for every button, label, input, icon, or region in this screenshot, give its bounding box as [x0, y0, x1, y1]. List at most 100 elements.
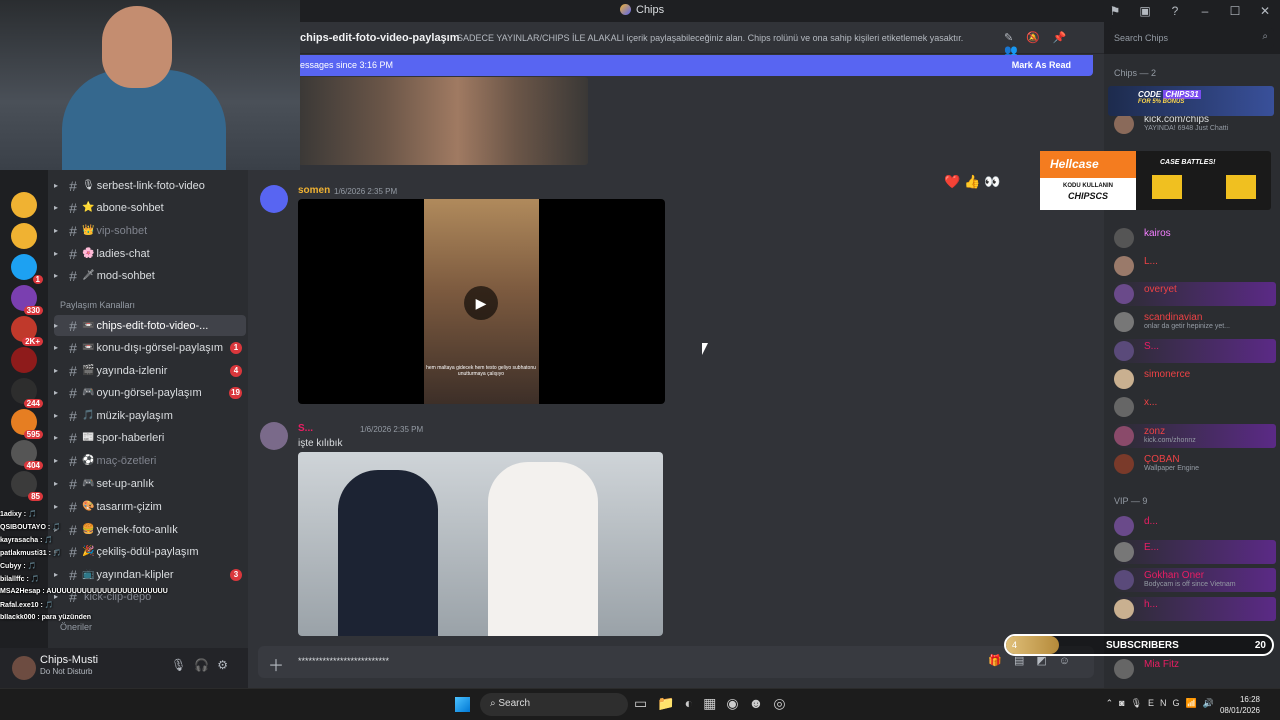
message-composer[interactable]: ＋ ************************** 🎁▤◩☺ [258, 646, 1094, 678]
message-reactions[interactable]: ❤️👍👀 [944, 174, 1005, 190]
channel-item[interactable]: ▸ # 🎙 serbest-link-foto-video [54, 175, 246, 196]
minimize-button[interactable]: – [1190, 0, 1220, 22]
member-item[interactable]: simonerce [1114, 367, 1276, 391]
channel-emoji: 🎙 [82, 180, 95, 191]
wifi-icon[interactable]: 📶 [1186, 698, 1203, 708]
reaction[interactable]: ❤️ [944, 174, 964, 189]
channel-item[interactable]: ▸ # 🎮 oyun-görsel-paylaşım 19 [54, 382, 246, 403]
server-icon[interactable]: 595 [11, 409, 43, 439]
composer-input[interactable]: ************************** [298, 656, 389, 666]
member-item[interactable]: Mia Fitz [1114, 657, 1276, 681]
server-icon[interactable] [11, 347, 37, 373]
chat-line: MSA2Hesap : AUUUUUUUUUUUUUUUUUUUUUUU [0, 588, 168, 595]
member-item[interactable]: overyet [1114, 282, 1276, 306]
discord-icon[interactable]: ☻ [749, 695, 774, 711]
attachment-image[interactable] [298, 452, 663, 636]
member-item[interactable]: S... [1114, 339, 1276, 363]
chat-line: bllackk000 : para yüzünden [0, 614, 92, 621]
reaction[interactable]: 👀 [984, 174, 1004, 189]
channel-item[interactable]: ▸ # 👑 vip-sohbet [54, 220, 246, 241]
channel-item[interactable]: ▸ # 📼 konu-dışı-görsel-paylaşım 1 [54, 337, 246, 358]
member-item[interactable]: kairos [1114, 226, 1276, 250]
taskbar-search[interactable]: ⌕ Search [480, 693, 628, 716]
channel-topic[interactable]: SADECE YAYINLAR/CHIPS İLE ALAKALI içerik… [457, 33, 963, 43]
search-input[interactable]: Search Chips ⌕ [1108, 28, 1274, 48]
gift-icon[interactable]: 🎁 [988, 655, 1014, 667]
server-icon[interactable] [11, 223, 37, 249]
task-view-icon[interactable]: ▭ [634, 695, 657, 711]
mic-icon[interactable]: 🎙 [1131, 698, 1148, 708]
tray-app-icon[interactable]: ◙ [1119, 698, 1130, 708]
threads-icon[interactable]: ✎ [1004, 32, 1026, 44]
server-icon[interactable]: 404 [11, 440, 43, 470]
server-badge: 2K+ [22, 337, 43, 346]
headphones-icon[interactable]: 🎧 [194, 658, 217, 672]
pin-icon[interactable]: 📌 [1053, 32, 1080, 44]
settings-icon[interactable]: ⚙ [217, 658, 236, 672]
code-label: CODE [1138, 90, 1162, 99]
app-icon[interactable]: ◎ [773, 695, 795, 711]
server-icon[interactable] [11, 192, 37, 218]
reaction[interactable]: 👍 [964, 174, 984, 189]
member-name: S... [1144, 341, 1160, 352]
gif-icon[interactable]: ▤ [1014, 655, 1036, 667]
volume-icon[interactable]: 🔊 [1203, 698, 1220, 708]
inbox-icon[interactable]: ⚑ [1100, 0, 1130, 22]
channel-item[interactable]: ▸ # 📰 spor-haberleri [54, 427, 246, 448]
screen-icon[interactable]: ▣ [1130, 0, 1160, 22]
channel-item[interactable]: ▸ # 🎬 yayında-izlenir 4 [54, 360, 246, 381]
start-icon[interactable] [455, 697, 470, 712]
edge-icon[interactable]: ◐ [685, 695, 703, 711]
clock[interactable]: 16:28 08/01/2026 [1220, 694, 1260, 716]
chevron-right-icon: ▸ [54, 433, 59, 442]
mark-as-read-button[interactable]: Mark As Read [1012, 60, 1071, 70]
member-item[interactable]: E... [1114, 540, 1276, 564]
play-icon[interactable]: ▶ [464, 286, 498, 320]
member-item[interactable]: zonz kick.com/zhonnz [1114, 424, 1276, 448]
avatar[interactable] [260, 185, 288, 213]
new-messages-bar[interactable]: essages since 3:16 PM Mark As Read [296, 55, 1093, 76]
channel-item[interactable]: ▸ # ⭐ abone-sohbet [54, 197, 246, 218]
channel-item[interactable]: ▸ # ⚽ maç-özetleri [54, 450, 246, 471]
message-author[interactable]: somen [298, 185, 330, 196]
server-icon[interactable]: 85 [11, 471, 43, 501]
avatar[interactable] [260, 422, 288, 450]
chevron-right-icon: ▸ [54, 343, 59, 352]
member-name: zonz [1144, 426, 1166, 437]
help-icon[interactable]: ? [1160, 0, 1190, 22]
message-author[interactable]: S... [298, 423, 313, 434]
attachment-image[interactable] [298, 77, 588, 165]
server-icon[interactable]: 330 [11, 285, 43, 315]
server-icon[interactable]: 1 [11, 254, 43, 284]
sticker-icon[interactable]: ◩ [1036, 655, 1058, 667]
mic-icon[interactable]: 🎙 [171, 658, 194, 672]
notifications-icon[interactable]: 🔕 [1026, 32, 1053, 44]
channel-item[interactable]: ▸ # 🗡 mod-sohbet [54, 265, 246, 286]
chrome-icon[interactable]: ◉ [726, 695, 748, 711]
member-item[interactable]: ÇOBAN Wallpaper Engine [1114, 452, 1276, 476]
server-icon[interactable]: 244 [11, 378, 43, 408]
close-button[interactable]: ✕ [1250, 0, 1280, 22]
member-item[interactable]: Gokhan Oner Bodycam is off since Vietnam [1114, 568, 1276, 592]
channel-item[interactable]: ▸ # 📼 chips-edit-foto-video-... [54, 315, 246, 336]
maximize-button[interactable]: ☐ [1220, 0, 1250, 22]
channel-item[interactable]: ▸ # 🌸 ladies-chat [54, 243, 246, 264]
store-icon[interactable]: ▦ [703, 695, 726, 711]
server-icon[interactable]: 2K+ [11, 316, 43, 346]
member-item[interactable]: x... [1114, 395, 1276, 419]
member-item[interactable]: scandinavian onlar da getir hepinize yet.… [1114, 310, 1276, 334]
language-indicator[interactable]: ENG [1148, 698, 1186, 708]
category-share[interactable]: Paylaşım Kanalları [60, 300, 135, 310]
add-attachment-icon[interactable]: ＋ [268, 652, 284, 676]
file-explorer-icon[interactable]: 📁 [657, 695, 684, 711]
server-badge: 404 [23, 461, 43, 470]
member-item[interactable]: h... [1114, 597, 1276, 621]
member-item[interactable]: d... [1114, 514, 1276, 538]
member-item[interactable]: L... [1114, 254, 1276, 278]
video-attachment[interactable]: ▶ hem maltaya gidecek hem testo geliyo s… [298, 199, 665, 404]
channel-item[interactable]: ▸ # 🎵 müzik-paylaşım [54, 405, 246, 426]
emoji-icon[interactable]: ☺ [1059, 655, 1082, 667]
avatar[interactable] [12, 656, 36, 680]
channel-item[interactable]: ▸ # 🎮 set-up-anlık [54, 473, 246, 494]
chevron-up-icon[interactable]: ⌃ [1106, 698, 1120, 708]
